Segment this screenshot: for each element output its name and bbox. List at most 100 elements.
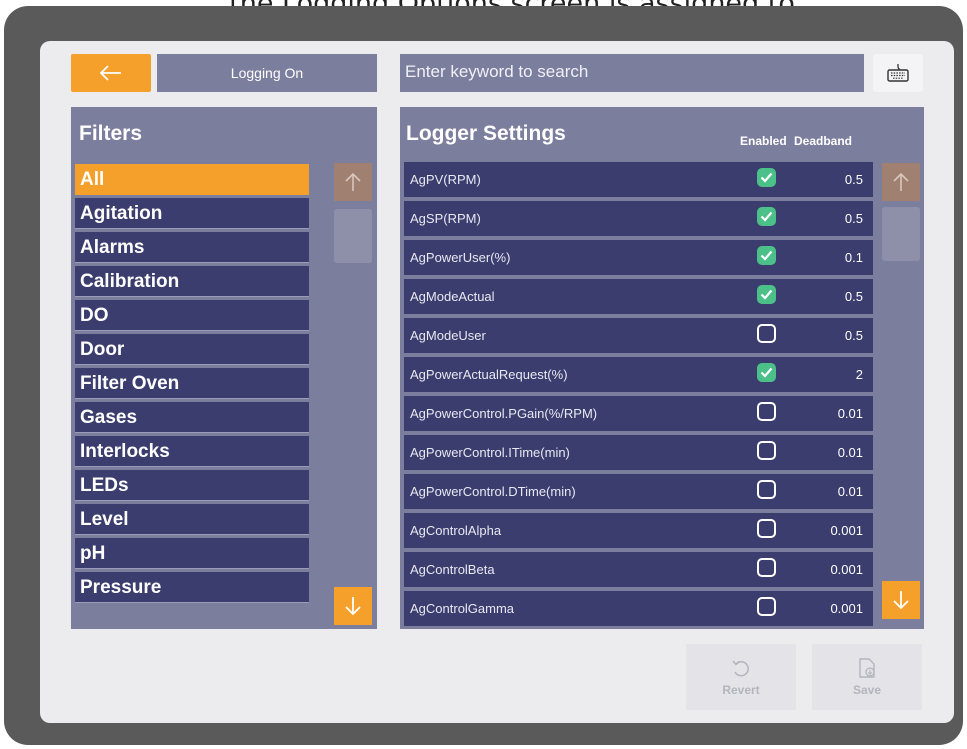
arrow-down-icon [893,591,909,610]
enabled-checkbox[interactable] [757,207,776,226]
save-label: Save [852,683,882,697]
enabled-checkbox[interactable] [757,363,776,382]
revert-button[interactable]: Revert [686,644,796,710]
logger-row-name: AgControlGamma [410,601,515,616]
deadband-value[interactable]: 2 [856,367,863,382]
keyboard-button[interactable] [873,54,923,92]
revert-icon [732,660,749,677]
filter-item[interactable]: pH [75,538,309,569]
filter-item[interactable]: All [75,164,309,195]
search-placeholder: Enter keyword to search [405,62,589,81]
checkmark-icon [760,172,773,183]
logging-label: Logging On [230,65,304,81]
deadband-value[interactable]: 0.5 [845,211,863,226]
logging-toggle-button[interactable]: Logging On [157,54,377,92]
back-button[interactable] [71,54,151,92]
enabled-checkbox[interactable] [757,441,776,460]
arrow-up-icon [893,172,909,191]
deadband-value[interactable]: 0.01 [838,445,863,460]
logger-row: AgPowerControl.PGain(%/RPM) 0.01 [404,396,873,431]
deadband-value[interactable]: 0.001 [830,523,863,538]
screen: Logging On Enter keyword to search Filte… [40,41,954,723]
logger-scroll-up-button[interactable] [882,163,920,201]
deadband-value[interactable]: 0.001 [830,562,863,577]
filters-panel: Filters All Agitation Alarms Calibration DO D… [71,107,377,629]
logger-scrollbar-thumb[interactable] [882,207,920,261]
logger-row: AgPowerControl.ITime(min) 0.01 [404,435,873,470]
enabled-checkbox[interactable] [757,558,776,577]
logger-row-name: AgControlAlpha [410,523,502,538]
filter-item[interactable]: Interlocks [75,436,309,467]
filter-item[interactable]: LEDs [75,470,309,501]
logger-row: AgControlBeta 0.001 [404,552,873,587]
deadband-value[interactable]: 0.5 [845,328,863,343]
arrow-left-icon [100,65,121,81]
logger-row-name: AgPowerControl.ITime(min) [410,445,570,460]
logger-row-name: AgModeUser [410,328,486,343]
enabled-checkbox[interactable] [757,285,776,304]
filters-scroll-down-button[interactable] [334,587,372,625]
filter-item[interactable]: Agitation [75,198,309,229]
logger-row-name: AgPowerControl.DTime(min) [410,484,576,499]
logger-title: Logger Settings [406,122,566,145]
enabled-checkbox[interactable] [757,402,776,421]
logger-row: AgModeUser 0.5 [404,318,873,353]
filters-scrollbar-thumb[interactable] [334,209,372,263]
col-header-enabled: Enabled [740,134,787,148]
logger-row-name: AgPV(RPM) [410,172,481,187]
logger-row-name: AgPowerActualRequest(%) [410,367,568,382]
deadband-value[interactable]: 0.5 [845,289,863,304]
logger-scroll-down-button[interactable] [882,581,920,619]
checkmark-icon [760,211,773,222]
col-header-deadband: Deadband [794,134,853,148]
arrow-down-icon [345,597,361,616]
revert-label: Revert [722,683,760,697]
filter-item[interactable]: Level [75,504,309,535]
logger-row: AgControlGamma 0.001 [404,591,873,626]
filter-list: All Agitation Alarms Calibration DO Door Filte… [75,164,309,606]
logger-row: AgSP(RPM) 0.5 [404,201,873,236]
filters-title: Filters [79,122,143,145]
logger-row: AgPV(RPM) 0.5 [404,162,873,197]
filter-item[interactable]: Filter Oven [75,368,309,399]
enabled-checkbox[interactable] [757,519,776,538]
checkmark-icon [760,289,773,300]
logger-row: AgControlAlpha 0.001 [404,513,873,548]
keyboard-icon [887,64,909,82]
logger-list: AgPV(RPM) 0.5 AgSP(RPM) 0.5 AgPowerUser(%) 0.… [404,162,873,629]
logger-row: AgModeActual 0.5 [404,279,873,314]
filter-item[interactable]: Calibration [75,266,309,297]
logger-row-name: AgModeActual [410,289,495,304]
filter-item[interactable]: Door [75,334,309,365]
enabled-checkbox[interactable] [757,597,776,616]
search-input[interactable]: Enter keyword to search [400,54,864,92]
logger-row-name: AgControlBeta [410,562,495,577]
checkmark-icon [760,367,773,378]
logger-row-name: AgSP(RPM) [410,211,481,226]
filter-item[interactable]: Alarms [75,232,309,263]
enabled-checkbox[interactable] [757,246,776,265]
logger-row: AgPowerActualRequest(%) 2 [404,357,873,392]
deadband-value[interactable]: 0.1 [845,250,863,265]
arrow-up-icon [345,172,361,191]
enabled-checkbox[interactable] [757,480,776,499]
logger-row-name: AgPowerUser(%) [410,250,511,265]
enabled-checkbox[interactable] [757,168,776,187]
logger-row-name: AgPowerControl.PGain(%/RPM) [410,406,598,421]
filter-item[interactable]: DO [75,300,309,331]
deadband-value[interactable]: 0.01 [838,484,863,499]
save-button[interactable]: Save [812,644,922,710]
logger-settings-panel: Logger Settings Enabled Deadband AgPV(RP… [400,107,924,629]
filter-item[interactable]: Pressure [75,572,309,603]
deadband-value[interactable]: 0.01 [838,406,863,421]
logger-row: AgPowerUser(%) 0.1 [404,240,873,275]
checkmark-icon [760,250,773,261]
save-icon [859,658,875,678]
filters-scroll-up-button[interactable] [334,163,372,201]
deadband-value[interactable]: 0.001 [830,601,863,616]
logger-row: AgPowerControl.DTime(min) 0.01 [404,474,873,509]
enabled-checkbox[interactable] [757,324,776,343]
deadband-value[interactable]: 0.5 [845,172,863,187]
device-bezel: Logging On Enter keyword to search Filte… [4,6,963,745]
filter-item[interactable]: Gases [75,402,309,433]
